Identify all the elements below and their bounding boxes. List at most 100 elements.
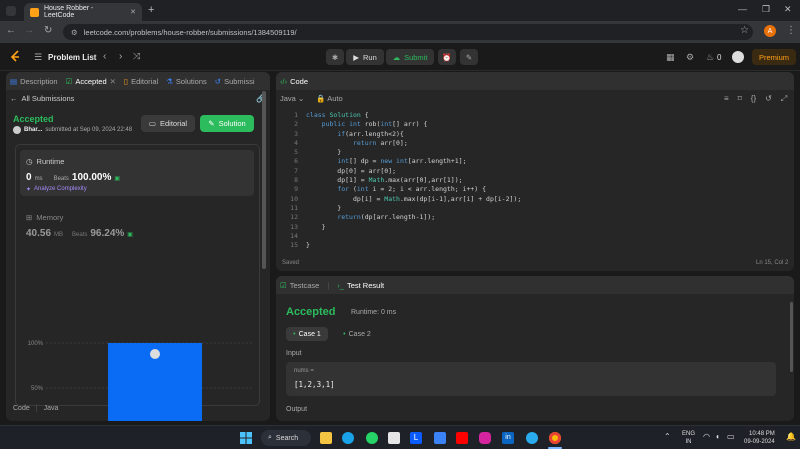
- reset-icon[interactable]: ↺: [765, 94, 772, 104]
- tab-close-icon[interactable]: ✕: [130, 8, 136, 16]
- case-2-tab[interactable]: • Case 2: [336, 327, 378, 341]
- problem-list-link[interactable]: Problem List: [48, 53, 96, 62]
- run-button[interactable]: ▶ Run: [346, 49, 384, 65]
- wifi-icon[interactable]: ◠: [703, 432, 710, 441]
- windows-taskbar: ⌕ Search L in ⌃ ENG IN ◠ ◖ ▭ 10:48 PM 09-…: [0, 425, 800, 449]
- bug-icon: ✱: [331, 52, 339, 62]
- problem-list-icon[interactable]: ☰: [34, 52, 42, 63]
- flask-icon: ⚗: [166, 76, 173, 86]
- debug-button[interactable]: ✱: [326, 49, 344, 65]
- runtime-label: Runtime: [36, 157, 65, 166]
- case-1-tab[interactable]: • Case 1: [286, 327, 328, 341]
- whatsapp-icon[interactable]: [366, 432, 378, 444]
- notes-button[interactable]: ✎: [460, 49, 478, 65]
- chevron-down-icon: ⌄: [297, 94, 305, 103]
- tab-testcase[interactable]: ☑ Testcase: [280, 281, 319, 290]
- tab-submissions-label: Submissi: [224, 76, 255, 86]
- telegram-icon[interactable]: [526, 432, 538, 444]
- code-line: public int rob(int[] arr) {: [321, 120, 428, 129]
- braces-icon[interactable]: {}: [751, 94, 756, 104]
- line-number: 5: [294, 148, 298, 157]
- tab-submissions[interactable]: ↺ Submissi: [215, 77, 255, 86]
- chrome-icon[interactable]: [549, 432, 561, 444]
- next-problem-icon[interactable]: ›: [119, 51, 122, 62]
- leetcode-logo-icon[interactable]: [10, 50, 22, 64]
- tab-accepted[interactable]: ☑ Accepted ✕: [66, 77, 116, 86]
- code-line: }: [306, 222, 326, 231]
- volume-icon[interactable]: ◖: [715, 432, 720, 441]
- memory-header[interactable]: ⊞ Memory: [26, 213, 63, 222]
- edge-browser-icon[interactable]: [342, 432, 354, 444]
- youtube-icon[interactable]: [456, 432, 468, 444]
- submit-button[interactable]: ☁ Submit: [386, 49, 434, 65]
- linkedin-icon[interactable]: in: [502, 432, 514, 444]
- user-avatar[interactable]: [732, 51, 744, 63]
- menu-kebab-icon[interactable]: ⋮: [786, 25, 796, 36]
- submitter-name[interactable]: Bhar...: [24, 127, 42, 133]
- tab-search-button[interactable]: [6, 6, 16, 16]
- format-icon[interactable]: ≡: [724, 94, 729, 104]
- code-line: return arr[0];: [352, 138, 408, 147]
- tab-description[interactable]: ▤ Description: [10, 77, 58, 86]
- submission-status: Accepted: [13, 114, 54, 124]
- editorial-button[interactable]: ▭ Editorial: [141, 115, 195, 132]
- shuffle-icon[interactable]: ⤨: [133, 51, 140, 62]
- notification-bell-icon[interactable]: 🔔: [786, 432, 796, 441]
- app-icon[interactable]: [434, 432, 446, 444]
- input-box[interactable]: nums = [1,2,3,1]: [286, 362, 776, 396]
- clock[interactable]: 10:48 PM 09-09-2024: [744, 430, 775, 446]
- site-info-icon[interactable]: ⚙: [71, 28, 78, 37]
- new-tab-button[interactable]: +: [148, 4, 154, 16]
- timer-button[interactable]: ⏰: [438, 49, 456, 65]
- tab-close-icon[interactable]: ✕: [110, 77, 116, 86]
- premium-button[interactable]: Premium: [752, 49, 796, 65]
- result-scrollbar[interactable]: [790, 302, 793, 372]
- battery-icon[interactable]: ▭: [727, 432, 735, 441]
- tray-chevron-up-icon[interactable]: ⌃: [664, 432, 671, 441]
- windows-start-icon[interactable]: [240, 432, 252, 444]
- language-indicator[interactable]: ENG IN: [682, 430, 695, 446]
- close-window-button[interactable]: ✕: [784, 4, 792, 15]
- reload-icon[interactable]: ↻: [44, 25, 52, 36]
- bookmark-icon[interactable]: ⌑: [738, 94, 742, 104]
- language-select[interactable]: Java ⌄: [280, 94, 304, 103]
- code-line: }: [306, 241, 310, 250]
- tab-editorial[interactable]: ▯ Editorial: [124, 77, 158, 86]
- prev-problem-icon[interactable]: ‹: [103, 51, 106, 62]
- tab-code[interactable]: ‹/› Code: [280, 77, 308, 86]
- url-bar[interactable]: ⚙ leetcode.com/problems/house-robber/sub…: [63, 24, 753, 40]
- maximize-button[interactable]: ❐: [762, 4, 770, 15]
- settings-gear-icon[interactable]: ⚙: [686, 52, 694, 63]
- auto-label: Auto: [327, 94, 343, 103]
- browser-tab[interactable]: House Robber - LeetCode ✕: [24, 3, 142, 21]
- analyze-complexity-link[interactable]: ✦ Analyze Complexity: [26, 186, 87, 193]
- submitted-at: submitted at Sep 09, 2024 22:48: [45, 127, 133, 133]
- instagram-icon[interactable]: [479, 432, 491, 444]
- taskbar-search[interactable]: ⌕ Search: [261, 430, 311, 446]
- profile-avatar[interactable]: A: [764, 25, 776, 37]
- memory-beats-value: 96.24%: [90, 228, 125, 239]
- solution-button[interactable]: ✎ Solution: [200, 115, 254, 132]
- left-scrollbar[interactable]: [262, 91, 266, 269]
- back-arrow-icon[interactable]: ←: [6, 25, 16, 36]
- bookmark-star-icon[interactable]: ☆: [740, 25, 749, 36]
- runtime-header: ◷ Runtime: [26, 157, 64, 166]
- layout-grid-icon[interactable]: ▦: [666, 52, 675, 63]
- code-tabbar: ‹/› Code: [276, 72, 794, 90]
- runtime-box[interactable]: ◷ Runtime 0 ms Beats 100.00% ▣ ✦ Analyze C…: [20, 150, 254, 196]
- fullscreen-icon[interactable]: ⤢: [781, 94, 787, 104]
- forward-arrow-icon[interactable]: →: [24, 25, 34, 36]
- all-submissions-link[interactable]: ← All Submissions: [10, 94, 74, 103]
- minimize-button[interactable]: —: [738, 4, 747, 14]
- file-explorer-icon[interactable]: [320, 432, 332, 444]
- store-icon[interactable]: [388, 432, 400, 444]
- alarm-icon: ⏰: [442, 52, 452, 62]
- tab-test-result[interactable]: ›_ Test Result: [337, 281, 384, 290]
- line-number: 13: [290, 222, 298, 231]
- tab-solutions[interactable]: ⚗ Solutions: [166, 77, 207, 86]
- result-status: Accepted: [286, 306, 336, 318]
- auto-toggle[interactable]: 🔒 Auto: [316, 94, 342, 103]
- code-editor[interactable]: class Solution { public int rob(int[] ar…: [306, 111, 521, 250]
- linkedin-learning-icon[interactable]: L: [410, 432, 422, 444]
- streak-fire-icon[interactable]: ♨: [706, 52, 714, 63]
